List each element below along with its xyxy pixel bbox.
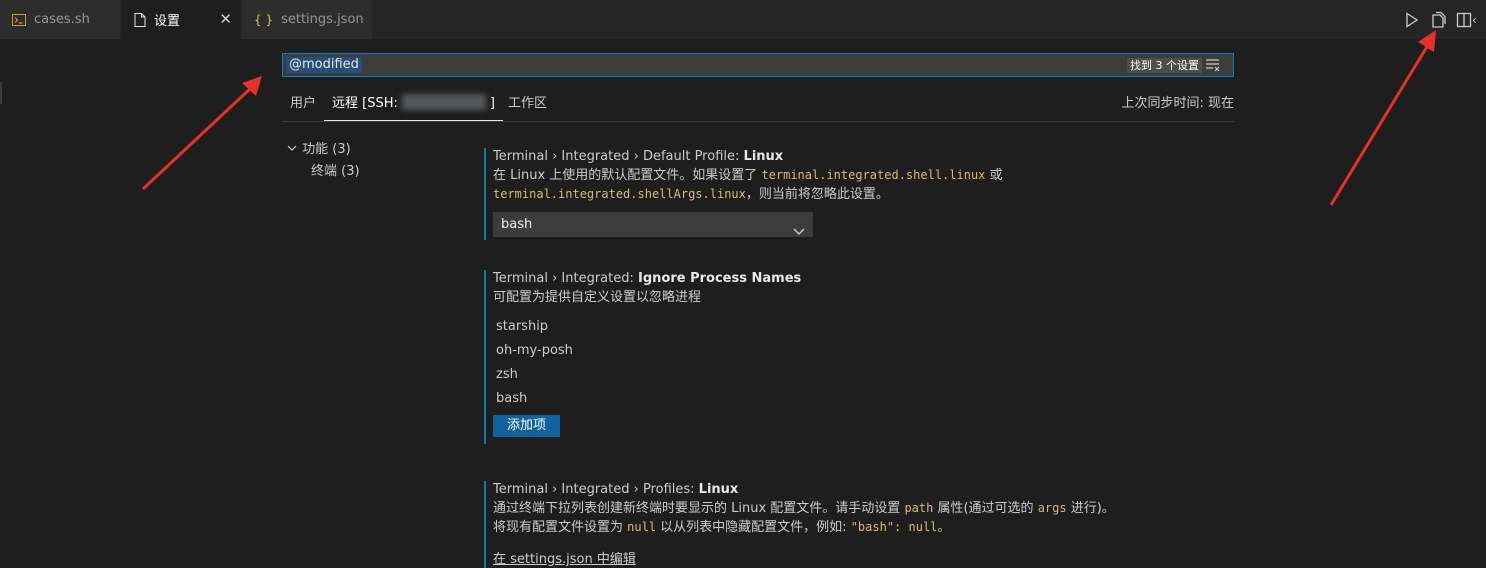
setting-name: Ignore Process Names [638,271,802,286]
run-icon[interactable] [1402,10,1422,30]
setting-title: Terminal › Integrated: Ignore Process Na… [493,270,801,288]
setting-title: Terminal › Integrated › Default Profile:… [493,148,1003,166]
tab-remote[interactable]: 远程 [SSH:] [324,90,503,121]
close-icon[interactable]: ✕ [219,11,232,27]
setting-category: Terminal › Integrated › Profiles: [493,482,695,497]
remote-label: 远程 [SSH: [332,96,398,111]
json-braces-icon: { } [254,12,274,27]
tab-label: settings.json [281,12,364,27]
list-item[interactable]: bash [493,387,801,411]
setting-description-line2: 将现有配置文件设置为 null 以从列表中隐藏配置文件，例如: "bash": … [493,518,1115,537]
setting-title: Terminal › Integrated › Profiles: Linux [493,481,1115,499]
edit-in-settings-json-link[interactable]: 在 settings.json 中编辑 [493,552,636,567]
tab-label: 设置 [154,14,181,29]
desc-text: 进行)。 [1066,501,1115,516]
setting-name: Linux [743,149,784,164]
setting-description: 可配置为提供自定义设置以忽略进程 [493,290,702,305]
setting-profiles-linux: Terminal › Integrated › Profiles: Linux … [484,481,1115,568]
settings-search-input[interactable]: @modified 找到 3 个设置 [282,53,1234,77]
list-item[interactable]: starship [493,315,801,339]
more-actions-icon[interactable]: ‹ [1472,10,1486,30]
last-sync-status: 上次同步时间: 现在 [1121,96,1234,111]
chevron-down-icon [793,220,805,245]
setting-description-line2: terminal.integrated.shellArgs.linux，则当前将… [493,185,1003,204]
redacted-host [401,94,486,110]
desc-text: 在 Linux 上使用的默认配置文件。如果设置了 [493,168,762,183]
settings-scope-tabs: 用户 远程 [SSH:] 工作区 上次同步时间: 现在 [282,90,1234,122]
toc-item-label: 终端 [311,164,338,179]
setting-category: Terminal › Integrated: [493,271,634,286]
setting-default-profile-linux: Terminal › Integrated › Default Profile:… [484,148,1003,240]
default-profile-select[interactable]: bash [493,212,813,237]
list-item[interactable]: zsh [493,363,801,387]
tab-settings[interactable]: 设置 ✕ [122,0,240,39]
desc-text: 属性(通过可选的 [933,501,1038,516]
desc-code: null [627,520,657,534]
clear-filter-icon[interactable] [1205,58,1221,72]
toc-group-count: (3) [332,142,351,157]
split-editor-icon[interactable] [1454,10,1474,30]
setting-name: Linux [698,482,739,497]
toc-item-count: (3) [341,164,360,179]
tab-workspace[interactable]: 工作区 [508,90,547,120]
toc-group-label: 功能 [302,142,329,157]
chevron-down-icon [286,142,298,157]
annotation-arrow-left [141,76,262,191]
remote-label-end: ] [489,96,495,111]
desc-text: 以从列表中隐藏配置文件，例如: [656,520,851,535]
scroll-indicator [0,82,2,104]
desc-text: 通过终端下拉列表创建新终端时要显示的 Linux 配置文件。请手动设置 [493,501,905,516]
toc-item-terminal[interactable]: 终端 (3) [311,160,360,179]
tab-settings-json[interactable]: { } settings.json [242,0,372,39]
search-query: @modified [286,57,362,73]
setting-ignore-process-names: Terminal › Integrated: Ignore Process Na… [484,270,801,444]
desc-code: terminal.integrated.shellArgs.linux [493,187,746,201]
list-item[interactable]: oh-my-posh [493,339,801,363]
add-item-button[interactable]: 添加项 [493,415,560,437]
open-settings-json-icon[interactable] [1428,10,1448,30]
desc-text: 。 [937,520,951,535]
tab-user[interactable]: 用户 [290,90,316,120]
file-icon [134,12,146,27]
desc-text: ，则当前将忽略此设置。 [745,187,889,202]
tab-bar: cases.sh 设置 ✕ { } settings.json ‹ [0,0,1486,39]
annotation-arrow-right [1329,30,1436,206]
toc-group-features[interactable]: 功能 (3) [286,138,351,157]
setting-description: 在 Linux 上使用的默认配置文件。如果设置了 terminal.integr… [493,166,1003,185]
tab-label: cases.sh [34,12,90,27]
select-value: bash [501,217,533,232]
setting-category: Terminal › Integrated › Default Profile: [493,149,740,164]
setting-description: 通过终端下拉列表创建新终端时要显示的 Linux 配置文件。请手动设置 path… [493,499,1115,518]
tab-cases-sh[interactable]: cases.sh [0,0,120,39]
terminal-file-icon [12,13,26,26]
desc-code: "bash": null [850,520,938,534]
desc-code: path [904,501,934,515]
result-count-badge: 找到 3 个设置 [1127,58,1202,73]
desc-text: 将现有配置文件设置为 [493,520,628,535]
desc-code: terminal.integrated.shell.linux [761,168,986,182]
desc-text: 或 [985,168,1003,183]
desc-code: args [1037,501,1067,515]
